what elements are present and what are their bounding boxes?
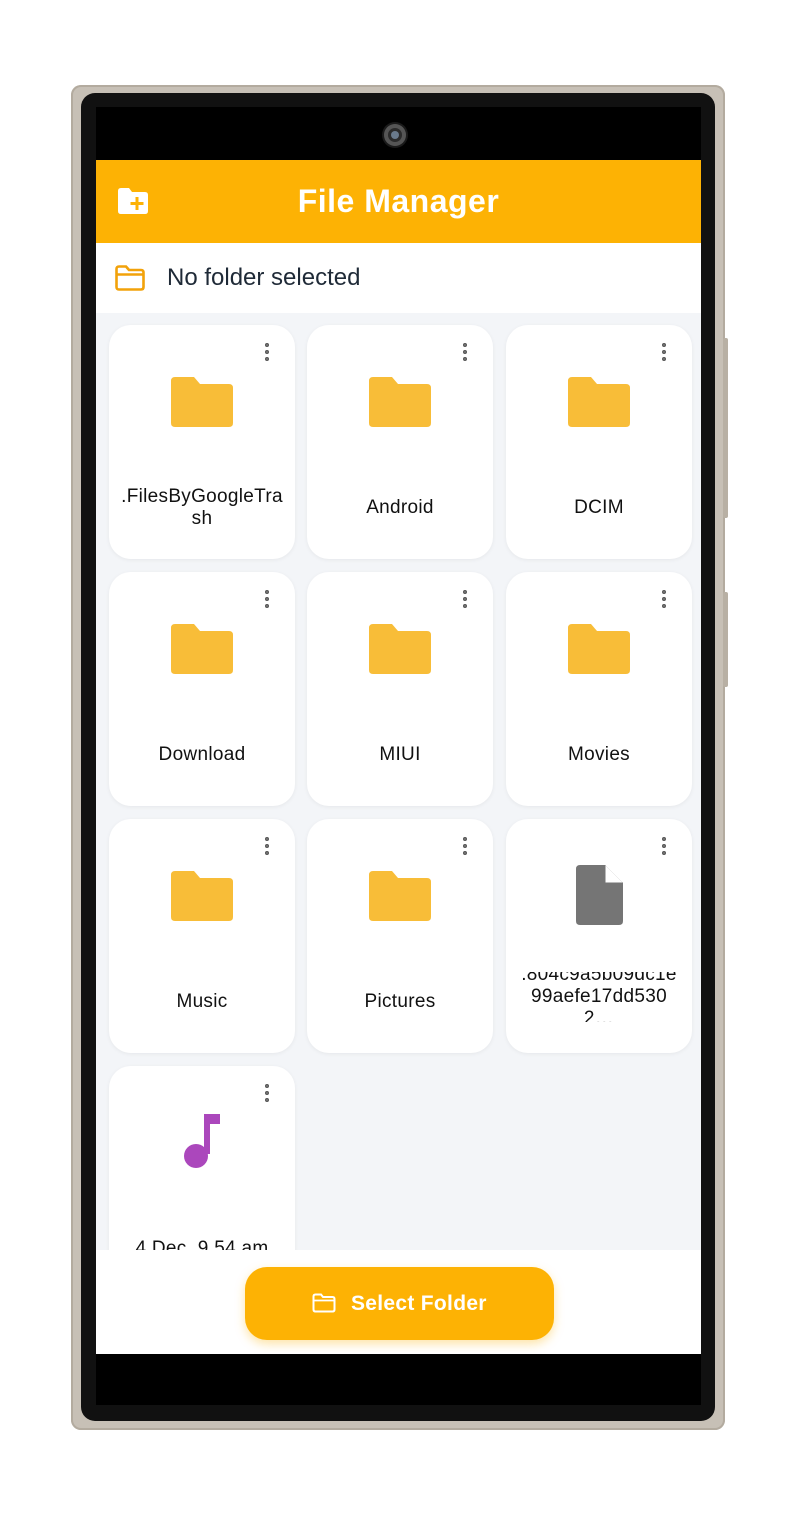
music-note-icon (184, 1114, 220, 1168)
folder-icon (369, 624, 431, 674)
item-name: Pictures (364, 991, 436, 1012)
folder-card[interactable]: Movies (506, 572, 692, 806)
more-options-icon[interactable] (459, 343, 471, 369)
folder-icon (369, 871, 431, 921)
folder-card[interactable]: Download (109, 572, 295, 806)
folder-outline-icon (115, 265, 145, 291)
file-manager-app: File Manager No folder selected .FilesBy… (96, 160, 701, 1354)
item-name: Android (366, 497, 434, 518)
app-title: File Manager (297, 183, 500, 219)
selected-folder-bar: No folder selected (96, 243, 701, 313)
phone-side-button (723, 592, 728, 687)
phone-screen: File Manager No folder selected .FilesBy… (96, 107, 701, 1405)
file-grid: .FilesByGoogleTrash Android DCIM Downloa… (96, 313, 701, 1250)
more-options-icon[interactable] (261, 590, 273, 616)
app-bar: File Manager (96, 160, 701, 243)
more-options-icon[interactable] (658, 343, 670, 369)
selected-folder-text: No folder selected (167, 264, 361, 291)
item-name: .FilesByGoogleTrash (121, 486, 283, 529)
folder-card[interactable]: MIUI (307, 572, 493, 806)
more-options-icon[interactable] (658, 837, 670, 863)
front-camera (384, 124, 406, 146)
folder-icon (568, 377, 630, 427)
more-options-icon[interactable] (658, 590, 670, 616)
folder-icon (171, 871, 233, 921)
folder-outline-icon (312, 1293, 336, 1313)
more-options-icon[interactable] (261, 1084, 273, 1110)
item-name: Download (158, 744, 246, 765)
bottom-action-bar: Select Folder (96, 1250, 701, 1354)
audio-card[interactable]: 4 Dec. 9.54 am (109, 1066, 295, 1250)
file-card[interactable]: .804c9a5b09dc1e99aefe17dd5302… (506, 819, 692, 1053)
item-name: Movies (568, 744, 630, 765)
more-options-icon[interactable] (261, 837, 273, 863)
folder-card[interactable]: Pictures (307, 819, 493, 1053)
folder-card[interactable]: Music (109, 819, 295, 1053)
file-icon (576, 865, 623, 925)
item-name: 4 Dec. 9.54 am (135, 1238, 269, 1250)
select-folder-button[interactable]: Select Folder (245, 1267, 554, 1340)
folder-icon (568, 624, 630, 674)
item-name: DCIM (574, 497, 624, 518)
select-folder-label: Select Folder (351, 1292, 487, 1315)
folder-card[interactable]: .FilesByGoogleTrash (109, 325, 295, 559)
folder-icon (171, 377, 233, 427)
more-options-icon[interactable] (459, 590, 471, 616)
folder-icon (171, 624, 233, 674)
more-options-icon[interactable] (261, 343, 273, 369)
more-options-icon[interactable] (459, 837, 471, 863)
item-name: Music (176, 991, 228, 1012)
item-name: MIUI (379, 744, 421, 765)
folder-icon (369, 377, 431, 427)
phone-side-button (723, 338, 728, 518)
folder-card[interactable]: Android (307, 325, 493, 559)
folder-card[interactable]: DCIM (506, 325, 692, 559)
item-name: .804c9a5b09dc1e99aefe17dd5302… (521, 972, 677, 1022)
